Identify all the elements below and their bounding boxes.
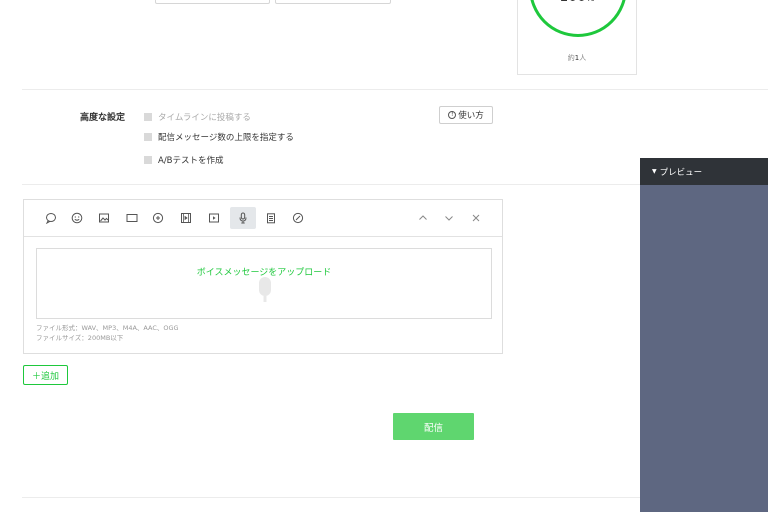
preview-panel: ▼ プレビュー (640, 158, 768, 512)
checkbox[interactable] (144, 133, 152, 141)
speech-bubble-icon[interactable] (39, 207, 63, 229)
top-right-button[interactable] (275, 0, 391, 4)
close-icon[interactable] (469, 209, 483, 227)
message-editor: ボイスメッセージをアップロード ファイル形式：WAV、MP3、M4A、AAC、O… (23, 199, 503, 354)
link-icon[interactable] (286, 207, 310, 229)
reach-people-count: 約1人 (567, 54, 587, 62)
image-icon[interactable] (92, 207, 116, 229)
microphone-icon[interactable] (230, 207, 256, 229)
card-icon[interactable] (120, 207, 144, 229)
divider (22, 89, 768, 90)
broadcast-editor-page: 100% 約1人 高度な設定 タイムラインに投稿する 配信メッセージ数の上限を指… (0, 0, 768, 512)
smiley-icon[interactable] (65, 207, 89, 229)
clipboard-icon[interactable] (259, 207, 283, 229)
option-timeline-post[interactable]: タイムラインに投稿する (144, 111, 251, 123)
help-circle-icon: ! (448, 111, 457, 119)
file-format-info: ファイル形式：WAV、MP3、M4A、AAC、OGG (36, 324, 179, 332)
rich-video-icon[interactable] (174, 207, 198, 229)
send-button[interactable]: 配信 (393, 413, 474, 440)
caret-down-icon: ▼ (652, 168, 657, 175)
divider (22, 497, 640, 498)
voice-upload-dropzone[interactable]: ボイスメッセージをアップロード (36, 248, 492, 319)
reach-gauge-ring (529, 0, 627, 37)
message-type-toolbar (24, 200, 502, 237)
checkbox[interactable] (144, 156, 152, 164)
file-size-info: ファイルサイズ：200MB以下 (36, 334, 124, 342)
divider (22, 184, 640, 185)
option-message-limit[interactable]: 配信メッセージ数の上限を指定する (144, 131, 294, 143)
top-left-button[interactable] (155, 0, 270, 4)
advanced-settings-label: 高度な設定 (80, 113, 126, 123)
reach-gauge-card: 100% 約1人 (517, 0, 637, 75)
move-up-icon[interactable] (416, 209, 430, 227)
checkbox[interactable] (144, 113, 152, 121)
howto-button[interactable]: ! 使い方 (439, 106, 493, 124)
microphone-icon (259, 277, 271, 302)
preview-header[interactable]: ▼ プレビュー (640, 158, 768, 185)
plus-bubble-icon[interactable] (146, 207, 170, 229)
move-down-icon[interactable] (442, 209, 456, 227)
option-ab-test[interactable]: A/Bテストを作成 (144, 154, 224, 166)
add-message-button[interactable]: ＋追加 (23, 365, 68, 385)
video-icon[interactable] (202, 207, 226, 229)
reach-percent: 100% (518, 0, 636, 5)
